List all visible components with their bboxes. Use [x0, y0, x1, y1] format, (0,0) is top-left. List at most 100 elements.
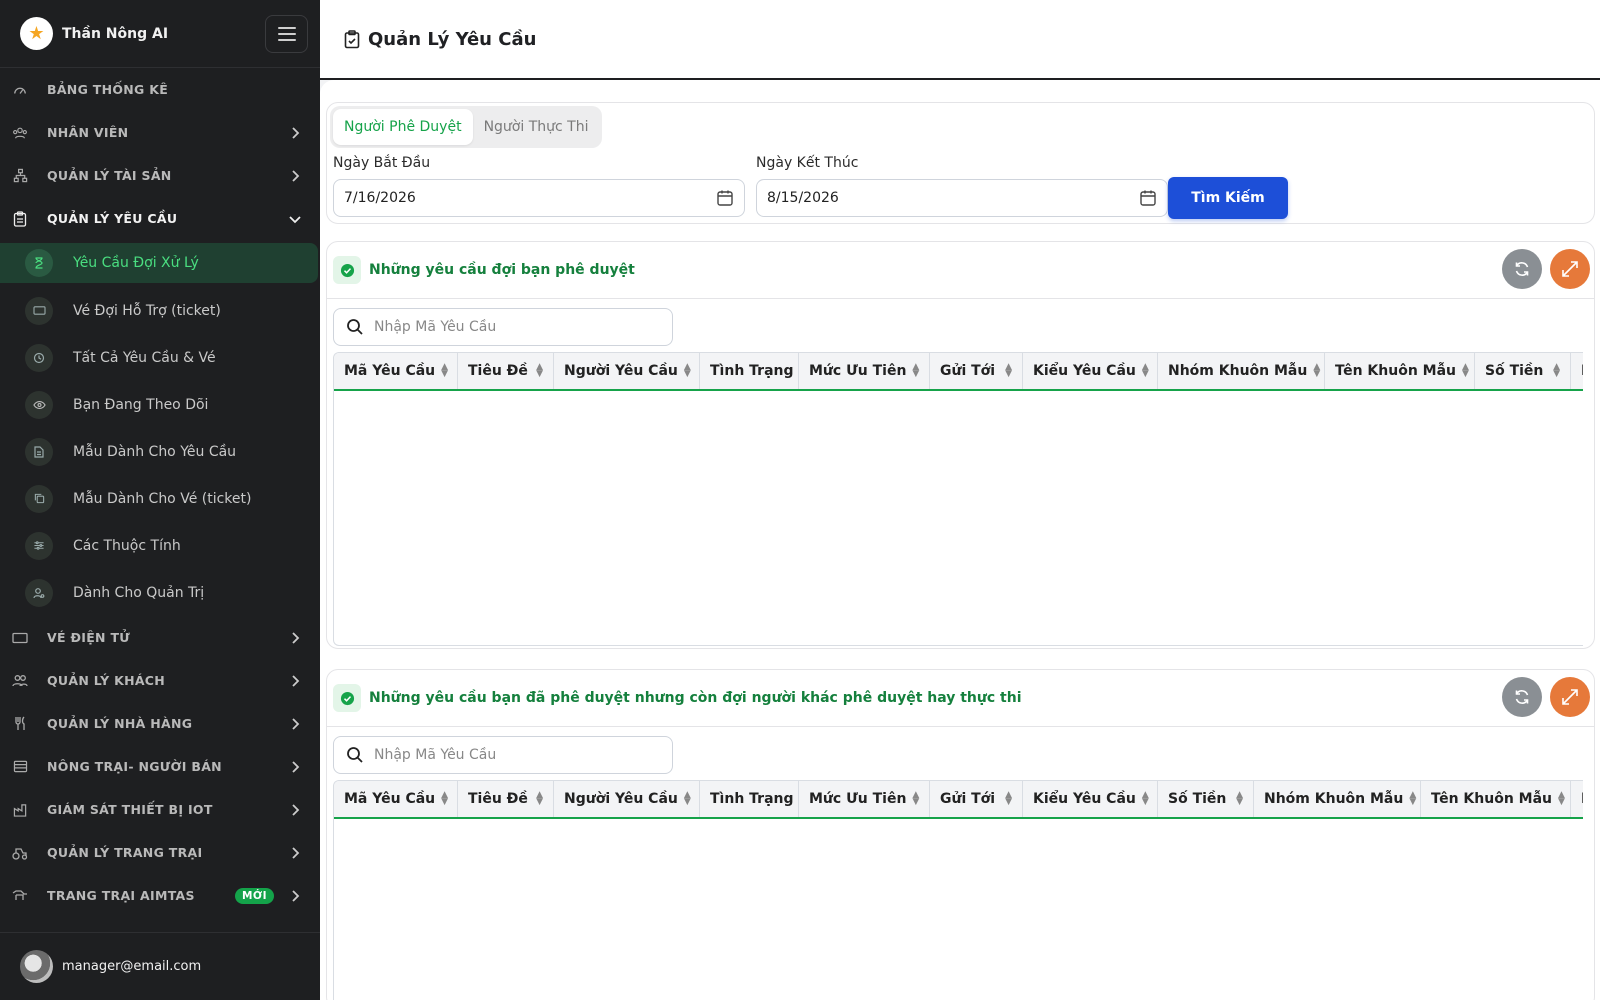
- sort-icon[interactable]: ▲ ▼: [1142, 791, 1149, 807]
- sort-icon[interactable]: ▲ ▼: [441, 791, 448, 807]
- column-header[interactable]: Mức Ưu Tiên ▲ ▼: [799, 353, 930, 389]
- column-header[interactable]: Mức Ưu Tiên ▲ ▼: [799, 781, 930, 817]
- sort-icon[interactable]: ▲ ▼: [1462, 363, 1469, 379]
- sort-icon[interactable]: ▲ ▼: [1236, 791, 1243, 807]
- sort-icon[interactable]: ▲ ▼: [1313, 363, 1320, 379]
- column-header-label: Nhóm Khuôn Mẫu: [1264, 791, 1404, 807]
- sidebar-item-dashboard[interactable]: BẢNG THỐNG KÊ: [0, 68, 320, 111]
- request-code-search[interactable]: [333, 308, 673, 346]
- column-header[interactable]: Người Yêu Cầu ▲ ▼: [554, 353, 700, 389]
- refresh-button[interactable]: [1502, 249, 1542, 289]
- calendar-icon[interactable]: [716, 189, 734, 207]
- sliders-icon: [25, 531, 53, 560]
- sort-icon[interactable]: ▲ ▼: [441, 363, 448, 379]
- panel-title: Những yêu cầu bạn đã phê duyệt nhưng còn…: [369, 690, 1022, 706]
- column-header[interactable]: Số Tiền ▲ ▼: [1158, 781, 1254, 817]
- pending-approval-panel: Những yêu cầu đợi bạn phê duyệt Mã Yêu C…: [326, 241, 1595, 649]
- gauge-icon: [12, 82, 28, 98]
- sort-icon[interactable]: ▲ ▼: [912, 363, 919, 379]
- sidebar-subitem-pending-requests[interactable]: Yêu Cầu Đợi Xử Lý: [0, 243, 318, 283]
- sidebar-subitem-attributes[interactable]: Các Thuộc Tính: [0, 522, 320, 569]
- expand-button[interactable]: [1550, 249, 1590, 289]
- expand-icon: [1562, 261, 1578, 277]
- column-header-label: N: [1581, 363, 1583, 379]
- sidebar-item-restaurant[interactable]: QUẢN LÝ NHÀ HÀNG: [0, 702, 320, 745]
- cow-icon: [12, 888, 28, 904]
- sidebar-item-farm-management[interactable]: QUẢN LÝ TRANG TRẠI: [0, 831, 320, 874]
- column-header-label: Người Yêu Cầu: [564, 363, 678, 379]
- column-header[interactable]: Mã Yêu Cầu ▲ ▼: [334, 353, 458, 389]
- expand-button[interactable]: [1550, 677, 1590, 717]
- column-header[interactable]: Số Tiền ▲ ▼: [1475, 353, 1571, 389]
- sort-icon[interactable]: ▲ ▼: [536, 791, 543, 807]
- sort-icon[interactable]: ▲ ▼: [1553, 363, 1560, 379]
- sort-icon[interactable]: ▲ ▼: [684, 363, 691, 379]
- calendar-icon[interactable]: [1139, 189, 1157, 207]
- column-header[interactable]: Gửi Tới ▲ ▼: [930, 353, 1023, 389]
- search-button[interactable]: Tìm Kiếm: [1168, 177, 1288, 219]
- column-header-label: Mã Yêu Cầu: [344, 363, 436, 379]
- column-header[interactable]: Nhóm Khuôn Mẫu ▲ ▼: [1254, 781, 1421, 817]
- column-header[interactable]: Tình Trạng▲▼: [700, 781, 799, 817]
- column-header[interactable]: Mã Yêu Cầu ▲ ▼: [334, 781, 458, 817]
- search-input[interactable]: [374, 319, 654, 335]
- sidebar-item-e-tickets[interactable]: VÉ ĐIỆN TỬ: [0, 616, 320, 659]
- search-input[interactable]: [374, 747, 654, 763]
- sort-icon[interactable]: ▲ ▼: [536, 363, 543, 379]
- sort-icon[interactable]: ▲ ▼: [1005, 363, 1012, 379]
- hamburger-menu-button[interactable]: [265, 14, 308, 53]
- sidebar-subitem-following[interactable]: Bạn Đang Theo Dõi: [0, 381, 320, 428]
- sidebar-subitem-admin[interactable]: Dành Cho Quản Trị: [0, 569, 320, 616]
- refresh-button[interactable]: [1502, 677, 1542, 717]
- column-header[interactable]: Tình Trạng▲▼: [700, 353, 799, 389]
- avatar[interactable]: [20, 950, 53, 983]
- sidebar-item-assets[interactable]: QUẢN LÝ TÀI SẢN: [0, 154, 320, 197]
- column-header[interactable]: Kiểu Yêu Cầu ▲ ▼: [1023, 353, 1158, 389]
- end-date-field[interactable]: 8/15/2026: [756, 179, 1168, 217]
- sidebar-item-requests[interactable]: QUẢN LÝ YÊU CẦU: [0, 197, 320, 240]
- brand-logo-icon[interactable]: ★: [20, 17, 53, 50]
- sort-icon[interactable]: ▲ ▼: [1005, 791, 1012, 807]
- sidebar-subitem-all-requests[interactable]: Tất Cả Yêu Cầu & Vé: [0, 334, 320, 381]
- start-date-field[interactable]: 7/16/2026: [333, 179, 745, 217]
- column-header[interactable]: Tiêu Đề ▲ ▼: [458, 353, 554, 389]
- column-header[interactable]: Người Yêu Cầu ▲ ▼: [554, 781, 700, 817]
- sidebar-item-guests[interactable]: QUẢN LÝ KHÁCH: [0, 659, 320, 702]
- sort-icon[interactable]: ▲ ▼: [1142, 363, 1149, 379]
- tab-approver[interactable]: Người Phê Duyệt: [333, 109, 473, 145]
- request-code-search[interactable]: [333, 736, 673, 774]
- sort-icon[interactable]: ▲ ▼: [1409, 791, 1416, 807]
- column-header[interactable]: Gửi Tới ▲ ▼: [930, 781, 1023, 817]
- sidebar-subitem-ticket-templates[interactable]: Mẫu Dành Cho Vé (ticket): [0, 475, 320, 522]
- column-header[interactable]: Kiểu Yêu Cầu ▲ ▼: [1023, 781, 1158, 817]
- pending-requests-table: Mã Yêu Cầu ▲ ▼ Tiêu Đề ▲ ▼ Người Yêu Cầu ▲ ▼ Tình…: [333, 352, 1583, 646]
- sidebar-item-staff[interactable]: NHÂN VIÊN: [0, 111, 320, 154]
- user-profile[interactable]: manager@email.com: [0, 932, 320, 1000]
- panel-title: Những yêu cầu đợi bạn phê duyệt: [369, 262, 635, 278]
- sidebar-subitem-support-tickets[interactable]: Vé Đợi Hỗ Trợ (ticket): [0, 287, 320, 334]
- column-header[interactable]: Tên Khuôn Mẫu ▲ ▼: [1325, 353, 1475, 389]
- check-circle-icon: [333, 256, 361, 284]
- sidebar-item-label: QUẢN LÝ KHÁCH: [47, 673, 166, 688]
- chevron-right-icon: [292, 126, 300, 139]
- sidebar-subitem-label: Mẫu Dành Cho Vé (ticket): [73, 490, 252, 507]
- column-header[interactable]: Nhóm Khuôn Mẫu ▲ ▼: [1158, 353, 1325, 389]
- sort-icon[interactable]: ▲ ▼: [1558, 791, 1565, 807]
- sort-icon[interactable]: ▲ ▼: [912, 791, 919, 807]
- column-header[interactable]: N: [1571, 353, 1583, 389]
- filter-card: Người Phê Duyệt Người Thực Thi Ngày Bắt …: [326, 102, 1595, 224]
- sidebar-item-farm-seller[interactable]: NÔNG TRẠI- NGƯỜI BÁN: [0, 745, 320, 788]
- column-header[interactable]: Tiêu Đề ▲ ▼: [458, 781, 554, 817]
- sidebar-subitem-request-templates[interactable]: Mẫu Dành Cho Yêu Cầu: [0, 428, 320, 475]
- column-header[interactable]: N: [1571, 781, 1583, 817]
- sidebar-item-iot-monitoring[interactable]: GIÁM SÁT THIẾT BỊ IOT: [0, 788, 320, 831]
- sidebar-item-label: NÔNG TRẠI- NGƯỜI BÁN: [47, 759, 222, 774]
- column-header-label: Nhóm Khuôn Mẫu: [1168, 363, 1308, 379]
- column-header[interactable]: Tên Khuôn Mẫu ▲ ▼: [1421, 781, 1571, 817]
- sidebar-item-label: GIÁM SÁT THIẾT BỊ IOT: [47, 802, 213, 817]
- tab-executor[interactable]: Người Thực Thi: [473, 109, 600, 145]
- sidebar-item-aimtas-farm[interactable]: TRANG TRẠI AIMTAS MỚI: [0, 874, 320, 917]
- panel-header: Những yêu cầu bạn đã phê duyệt nhưng còn…: [327, 670, 1594, 727]
- clipboard-check-icon: [344, 29, 360, 48]
- sort-icon[interactable]: ▲ ▼: [684, 791, 691, 807]
